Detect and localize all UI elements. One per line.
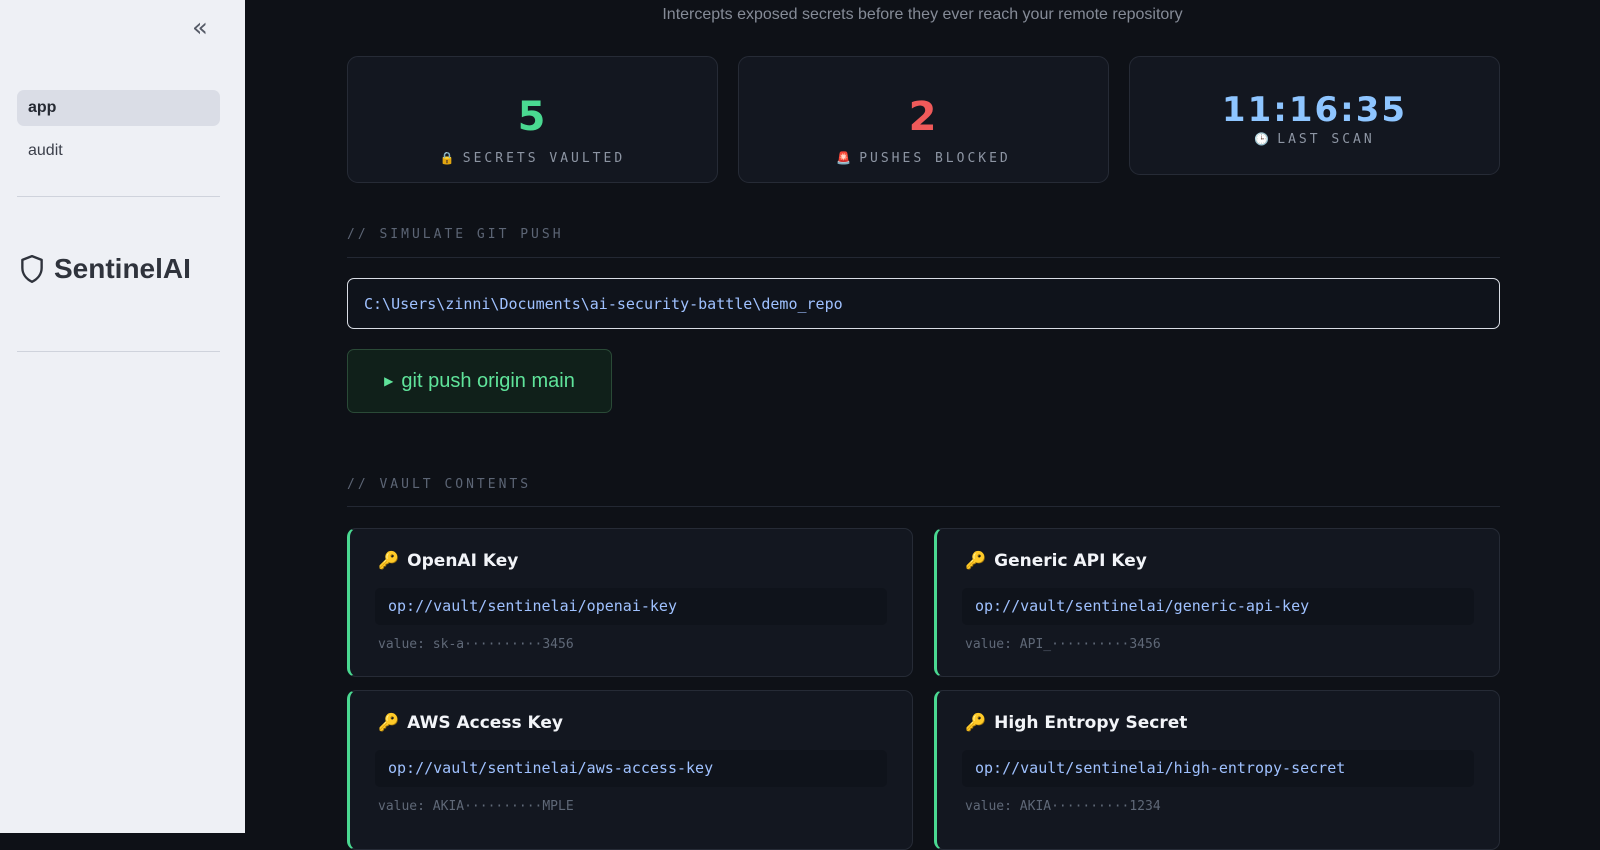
lock-icon: 🔒 (439, 151, 455, 165)
stat-label-text: LAST SCAN (1277, 132, 1375, 147)
vault-ref: op://vault/sentinelai/generic-api-key (962, 588, 1474, 625)
main-content: Intercepts exposed secrets before they e… (245, 0, 1600, 850)
key-icon: 🔑 (965, 713, 987, 733)
key-icon: 🔑 (965, 551, 987, 571)
stat-label: 🚨 PUSHES BLOCKED (739, 151, 1108, 166)
stat-pushes-blocked: 2 🚨 PUSHES BLOCKED (738, 56, 1109, 183)
vault-card-generic-api-key: 🔑 Generic API Key op://vault/sentinelai/… (934, 528, 1500, 677)
masked-value: value: AKIA··········1234 (965, 799, 1161, 814)
vault-card-high-entropy-secret: 🔑 High Entropy Secret op://vault/sentine… (934, 690, 1500, 850)
shield-icon (21, 254, 43, 284)
page-subtitle: Intercepts exposed secrets before they e… (662, 6, 1183, 23)
git-push-button[interactable]: ▶ git push origin main (347, 349, 612, 413)
play-icon: ▶ (384, 374, 394, 388)
sidebar-divider (17, 196, 220, 197)
key-icon: 🔑 (378, 713, 400, 733)
vault-card-openai-key: 🔑 OpenAI Key op://vault/sentinelai/opena… (347, 528, 913, 677)
clock-icon: 🕒 (1254, 132, 1270, 146)
masked-value: value: sk-a··········3456 (378, 637, 574, 652)
repo-path-input[interactable] (347, 278, 1500, 329)
brand: SentinelAI (19, 253, 191, 285)
vault-card-aws-access-key: 🔑 AWS Access Key op://vault/sentinelai/a… (347, 690, 913, 850)
vault-card-title: 🔑 OpenAI Key (378, 551, 518, 571)
brand-name: SentinelAI (54, 253, 191, 284)
key-icon: 🔑 (378, 551, 400, 571)
masked-value: value: API_··········3456 (965, 637, 1161, 652)
vault-ref: op://vault/sentinelai/openai-key (375, 588, 887, 625)
sidebar-item-app[interactable]: app (17, 90, 220, 126)
stat-label-text: PUSHES BLOCKED (859, 151, 1011, 166)
sidebar-nav: app audit (17, 90, 220, 176)
section-divider (347, 257, 1500, 258)
sidebar: « app audit SentinelAI (0, 0, 245, 833)
sidebar-item-audit[interactable]: audit (17, 133, 220, 169)
vault-card-name: AWS Access Key (407, 713, 563, 733)
masked-value: value: AKIA··········MPLE (378, 799, 574, 814)
stat-secrets-vaulted: 5 🔒 SECRETS VAULTED (347, 56, 718, 183)
vault-card-title: 🔑 Generic API Key (965, 551, 1147, 571)
section-title-vault-contents: // VAULT CONTENTS (347, 477, 532, 492)
sidebar-divider (17, 351, 220, 352)
stat-value: 2 (908, 94, 939, 140)
siren-icon: 🚨 (836, 151, 852, 165)
vault-card-name: High Entropy Secret (994, 713, 1188, 733)
vault-card-title: 🔑 High Entropy Secret (965, 713, 1187, 733)
vault-ref: op://vault/sentinelai/aws-access-key (375, 750, 887, 787)
vault-card-name: Generic API Key (994, 551, 1147, 571)
stat-label-text: SECRETS VAULTED (462, 151, 626, 166)
section-title-simulate-push: // SIMULATE GIT PUSH (347, 227, 564, 242)
stat-last-scan: 11:16:35 🕒 LAST SCAN (1129, 56, 1500, 175)
section-divider (347, 506, 1500, 507)
vault-ref: op://vault/sentinelai/high-entropy-secre… (962, 750, 1474, 787)
git-push-button-label: git push origin main (401, 369, 575, 392)
stat-value: 11:16:35 (1221, 90, 1408, 130)
stat-label: 🕒 LAST SCAN (1130, 132, 1499, 147)
vault-card-name: OpenAI Key (407, 551, 519, 571)
stat-value: 5 (517, 94, 548, 140)
stat-label: 🔒 SECRETS VAULTED (348, 151, 717, 166)
collapse-sidebar-icon[interactable]: « (186, 14, 214, 44)
vault-card-title: 🔑 AWS Access Key (378, 713, 563, 733)
